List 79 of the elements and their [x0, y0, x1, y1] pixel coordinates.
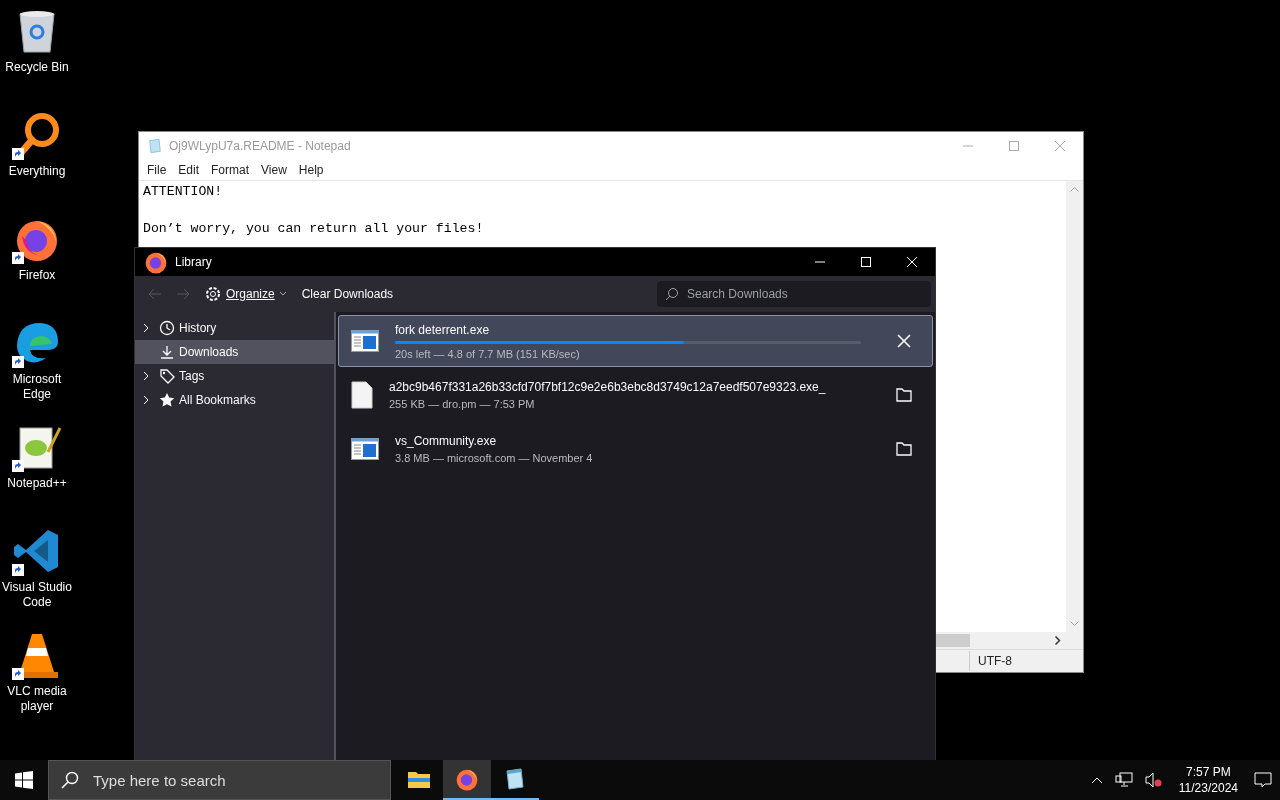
scroll-right-icon[interactable]: [1055, 636, 1061, 645]
clock-icon: [159, 320, 175, 336]
chevron-icon[interactable]: [143, 323, 149, 333]
text-line: ATTENTION!: [143, 183, 224, 201]
desktop-icon-label: Notepad++: [7, 476, 67, 491]
maximize-icon: [1009, 141, 1019, 151]
star-icon: [159, 392, 175, 408]
sidebar-item[interactable]: Downloads: [135, 340, 334, 364]
shortcut-arrow-icon: [12, 460, 24, 472]
back-arrow-icon: [148, 288, 162, 300]
maximize-icon: [861, 257, 871, 267]
shortcut-arrow-icon: [12, 356, 24, 368]
tag-icon: [159, 368, 175, 384]
window-title: Library: [175, 255, 213, 269]
notifications-button[interactable]: [1252, 772, 1274, 788]
download-item[interactable]: vs_Community.exe 3.8 MB — microsoft.com — November 4: [338, 423, 933, 475]
gear-icon: [205, 286, 221, 302]
close-icon: [1055, 141, 1065, 151]
encoding-status: UTF-8: [969, 651, 1012, 671]
chevron-icon[interactable]: [143, 371, 149, 381]
download-status: 20s left — 4.8 of 7.7 MB (151 KB/sec): [395, 347, 581, 360]
clock[interactable]: 7:57 PM 11/23/2024: [1172, 764, 1244, 796]
desktop-icon-label: Recycle Bin: [5, 60, 69, 75]
menu-item[interactable]: Format: [205, 163, 256, 177]
shortcut-arrow-icon: [12, 668, 24, 680]
desktop-icon-label: Everything: [8, 164, 66, 179]
menu-item[interactable]: Edit: [172, 163, 206, 177]
search-icon: [61, 771, 79, 789]
network-icon: [1114, 772, 1133, 788]
close-icon: [907, 257, 917, 267]
desktop-icon-label: Firefox: [18, 268, 56, 283]
caret-icon: [279, 292, 286, 296]
download-icon: [159, 344, 175, 360]
sidebar-item[interactable]: History: [135, 316, 334, 340]
chevron-up-icon: [1090, 776, 1103, 784]
desktop-icon-label: VLC media player: [6, 684, 68, 714]
taskbar-app-button[interactable]: [443, 760, 491, 800]
folder-icon: [407, 769, 431, 789]
menu-item[interactable]: Help: [292, 163, 330, 177]
shortcut-arrow-icon: [12, 148, 24, 160]
organize-button[interactable]: Organize: [199, 281, 292, 307]
window-title: Oj9WLypU7a.README - Notepad: [169, 139, 352, 153]
chevron-icon[interactable]: [143, 395, 149, 405]
search-input[interactable]: Search Downloads: [685, 286, 923, 302]
menu-item[interactable]: File: [141, 163, 173, 177]
sidebar-item[interactable]: Tags: [135, 364, 334, 388]
download-item[interactable]: a2bc9b467f331a26b33cfd70f7bf12c9e2e6b3ebc8d3749c12a7eedf507e9323.exe_ 255 KB — dro.pm — 7:53 PM: [338, 369, 933, 421]
desktop-icon-label: Microsoft Edge: [11, 372, 63, 402]
download-status: 255 KB — dro.pm — 7:53 PM: [389, 398, 536, 410]
forward-arrow-icon: [176, 288, 190, 300]
notepad-icon: [503, 767, 527, 791]
notepad-icon: [147, 138, 163, 154]
application-file-icon: [351, 330, 379, 352]
network-button[interactable]: [1112, 772, 1135, 788]
search-field[interactable]: Search Downloads: [657, 281, 931, 307]
folder-icon: [896, 442, 912, 456]
text-line: Don’t worry, you can return all your files!: [143, 219, 485, 238]
file-name: a2bc9b467f331a26b33cfd70f7bf12c9e2e6b3ebc8d3749c12a7eedf507e9323.exe_: [389, 380, 827, 394]
taskbar-search-field[interactable]: Type here to search: [48, 760, 391, 800]
download-status: 3.8 MB — microsoft.com — November 4: [395, 452, 594, 464]
close-icon: [897, 334, 911, 348]
windows-logo-icon: [15, 771, 33, 789]
search-icon: [665, 287, 679, 301]
speaker-icon: [1144, 772, 1163, 788]
sidebar-item[interactable]: All Bookmarks: [135, 388, 334, 412]
folder-icon: [896, 388, 912, 402]
shortcut-arrow-icon: [12, 564, 24, 576]
blank-file-icon: [351, 381, 373, 409]
desktop-icon-label: Visual Studio Code: [1, 580, 73, 610]
scrollbar-thumb[interactable]: [936, 634, 970, 647]
file-name: fork deterrent.exe: [395, 322, 491, 337]
speech-bubble-icon: [1254, 772, 1272, 788]
file-name: vs_Community.exe: [395, 434, 498, 448]
application-file-icon: [351, 438, 379, 460]
shortcut-arrow-icon: [12, 252, 24, 264]
clear-downloads-button[interactable]: Clear Downloads: [295, 281, 400, 307]
download-item[interactable]: fork deterrent.exe 20s left — 4.8 of 7.7 MB (151 KB/sec): [338, 315, 933, 367]
menu-item[interactable]: View: [255, 163, 293, 177]
search-input[interactable]: Type here to search: [91, 770, 390, 790]
